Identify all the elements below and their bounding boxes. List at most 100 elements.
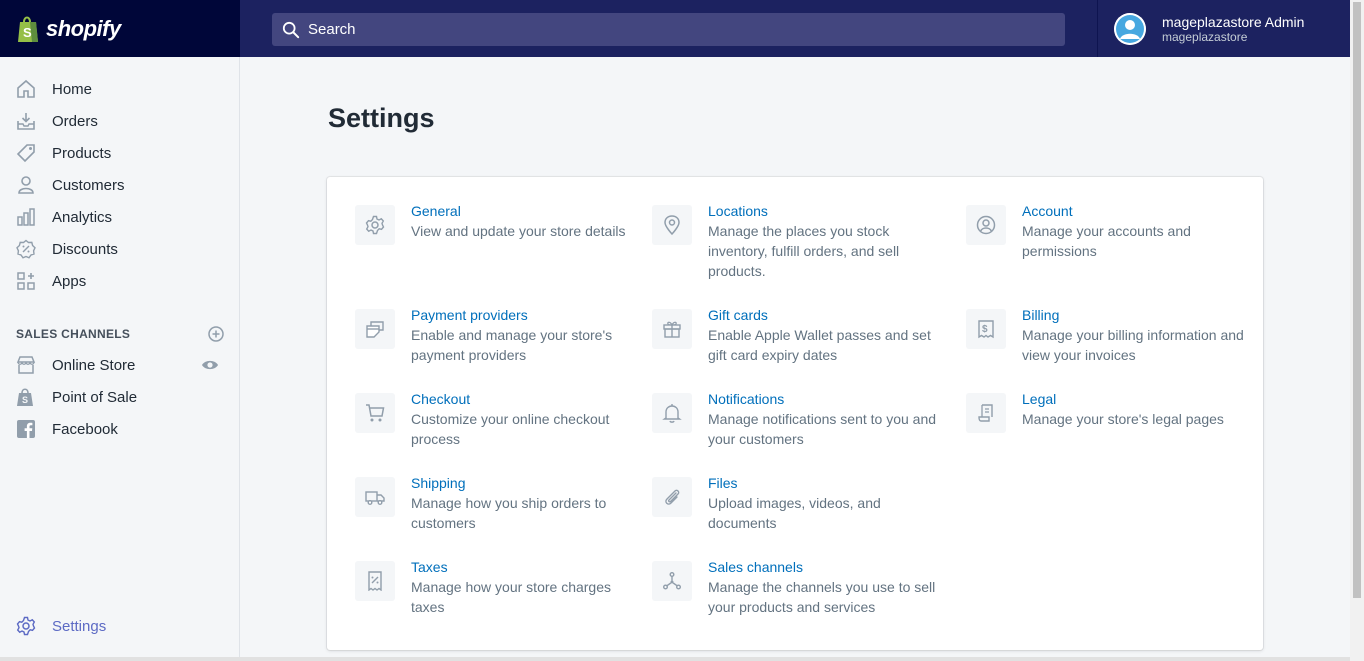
setting-description: Manage how your store charges taxes bbox=[411, 579, 611, 615]
setting-description: Manage your billing information and view… bbox=[1022, 327, 1244, 363]
setting-description: Upload images, videos, and documents bbox=[708, 495, 881, 531]
user-store: mageplazastore bbox=[1162, 29, 1248, 44]
sidebar-item-discounts[interactable]: Discounts bbox=[0, 233, 239, 265]
eye-icon[interactable] bbox=[201, 359, 219, 371]
setting-title[interactable]: Notifications bbox=[708, 389, 942, 409]
setting-sales-channels[interactable]: Sales channels Manage the channels you us… bbox=[652, 559, 942, 617]
shopify-bag-icon: S bbox=[18, 16, 38, 42]
setting-general[interactable]: General View and update your store detail… bbox=[355, 203, 635, 245]
user-menu[interactable]: mageplazastore Admin mageplazastore bbox=[1097, 0, 1350, 57]
sidebar-item-analytics[interactable]: Analytics bbox=[0, 201, 239, 233]
page-title: Settings bbox=[328, 103, 435, 133]
pos-icon: S bbox=[16, 387, 36, 407]
setting-legal[interactable]: Legal Manage your store's legal pages bbox=[966, 391, 1246, 433]
setting-description: Enable Apple Wallet passes and set gift … bbox=[708, 327, 931, 363]
sidebar-item-label: Analytics bbox=[52, 208, 113, 226]
sidebar-item-apps[interactable]: Apps bbox=[0, 265, 239, 297]
orders-icon bbox=[16, 111, 36, 131]
setting-title[interactable]: Gift cards bbox=[708, 305, 942, 325]
setting-title[interactable]: Sales channels bbox=[708, 557, 942, 577]
setting-taxes[interactable]: Taxes Manage how your store charges taxes bbox=[355, 559, 635, 617]
setting-notifications[interactable]: Notifications Manage notifications sent t… bbox=[652, 391, 942, 449]
sidebar-item-label: Customers bbox=[52, 176, 125, 194]
setting-shipping[interactable]: Shipping Manage how you ship orders to cu… bbox=[355, 475, 635, 533]
setting-title[interactable]: Shipping bbox=[411, 473, 635, 493]
sidebar-item-online-store[interactable]: Online Store bbox=[0, 349, 239, 381]
setting-title[interactable]: Payment providers bbox=[411, 305, 635, 325]
person-icon bbox=[16, 175, 36, 195]
setting-locations[interactable]: Locations Manage the places you stock inv… bbox=[652, 203, 942, 281]
setting-account[interactable]: Account Manage your accounts and permissi… bbox=[966, 203, 1246, 261]
search-icon bbox=[282, 21, 300, 38]
svg-text:$: $ bbox=[982, 324, 988, 335]
setting-description: Customize your online checkout process bbox=[411, 411, 610, 447]
setting-description: Manage the places you stock inventory, f… bbox=[708, 223, 900, 279]
bell-icon bbox=[652, 393, 692, 433]
setting-title[interactable]: Locations bbox=[708, 201, 942, 221]
sidebar-item-point-of-sale[interactable]: S Point of Sale bbox=[0, 381, 239, 413]
sidebar-item-settings[interactable]: Settings bbox=[0, 610, 239, 642]
facebook-icon bbox=[16, 419, 36, 439]
setting-files[interactable]: Files Upload images, videos, and document… bbox=[652, 475, 942, 533]
sales-channels-icon bbox=[652, 561, 692, 601]
sidebar-item-home[interactable]: Home bbox=[0, 73, 239, 105]
setting-description: Enable and manage your store's payment p… bbox=[411, 327, 613, 363]
sidebar-item-facebook[interactable]: Facebook bbox=[0, 413, 239, 445]
settings-card: General View and update your store detail… bbox=[327, 177, 1263, 650]
setting-description: View and update your store details bbox=[411, 223, 626, 239]
account-icon bbox=[966, 205, 1006, 245]
home-icon bbox=[16, 79, 36, 99]
sidebar-item-label: Home bbox=[52, 80, 93, 98]
billing-icon: $ bbox=[966, 309, 1006, 349]
svg-text:S: S bbox=[22, 395, 28, 405]
add-channel-icon[interactable] bbox=[208, 326, 224, 342]
legal-icon bbox=[966, 393, 1006, 433]
scrollbar-thumb[interactable] bbox=[1353, 2, 1361, 598]
sidebar-item-label: Online Store bbox=[52, 356, 136, 374]
setting-checkout[interactable]: Checkout Customize your online checkout p… bbox=[355, 391, 635, 449]
payment-icon bbox=[355, 309, 395, 349]
apps-icon bbox=[16, 271, 36, 291]
setting-title[interactable]: Checkout bbox=[411, 389, 635, 409]
setting-payment-providers[interactable]: Payment providers Enable and manage your … bbox=[355, 307, 635, 365]
cart-icon bbox=[355, 393, 395, 433]
setting-description: Manage the channels you use to sell your… bbox=[708, 579, 936, 615]
sales-channels-header: SALES CHANNELS bbox=[16, 326, 224, 342]
setting-gift-cards[interactable]: Gift cards Enable Apple Wallet passes and… bbox=[652, 307, 942, 365]
setting-title[interactable]: Taxes bbox=[411, 557, 635, 577]
gear-icon bbox=[355, 205, 395, 245]
user-avatar-icon bbox=[1114, 12, 1146, 45]
bottom-edge bbox=[0, 657, 1350, 661]
setting-title[interactable]: Files bbox=[708, 473, 942, 493]
user-name: mageplazastore Admin bbox=[1162, 13, 1305, 30]
vertical-scrollbar[interactable] bbox=[1350, 0, 1364, 661]
sidebar-item-customers[interactable]: Customers bbox=[0, 169, 239, 201]
brand-name: shopify bbox=[46, 15, 121, 41]
truck-icon bbox=[355, 477, 395, 517]
sidebar-item-orders[interactable]: Orders bbox=[0, 105, 239, 137]
location-pin-icon bbox=[652, 205, 692, 245]
sidebar-item-label: Orders bbox=[52, 112, 98, 130]
sidebar-item-label: Apps bbox=[52, 272, 87, 290]
setting-title[interactable]: Legal bbox=[1022, 389, 1224, 409]
sidebar-item-label: Discounts bbox=[52, 240, 118, 258]
setting-title[interactable]: Billing bbox=[1022, 305, 1246, 325]
setting-description: Manage your accounts and permissions bbox=[1022, 223, 1191, 259]
bar-chart-icon bbox=[16, 207, 36, 227]
sales-channels-heading: SALES CHANNELS bbox=[16, 327, 131, 341]
setting-title[interactable]: Account bbox=[1022, 201, 1246, 221]
sidebar-item-label: Products bbox=[52, 144, 112, 162]
sidebar-item-label: Facebook bbox=[52, 420, 118, 438]
setting-title[interactable]: General bbox=[411, 201, 626, 221]
logo[interactable]: S shopify bbox=[0, 0, 240, 57]
search-input[interactable]: Search bbox=[272, 13, 1065, 46]
svg-text:S: S bbox=[23, 25, 32, 40]
sidebar-item-label: Settings bbox=[52, 617, 107, 635]
setting-billing[interactable]: $ Billing Manage your billing information… bbox=[966, 307, 1246, 365]
avatar bbox=[1114, 12, 1146, 45]
store-icon bbox=[16, 355, 36, 375]
sidebar-item-label: Point of Sale bbox=[52, 388, 138, 406]
sidebar-item-products[interactable]: Products bbox=[0, 137, 239, 169]
gear-icon bbox=[16, 616, 36, 636]
setting-description: Manage your store's legal pages bbox=[1022, 411, 1224, 427]
